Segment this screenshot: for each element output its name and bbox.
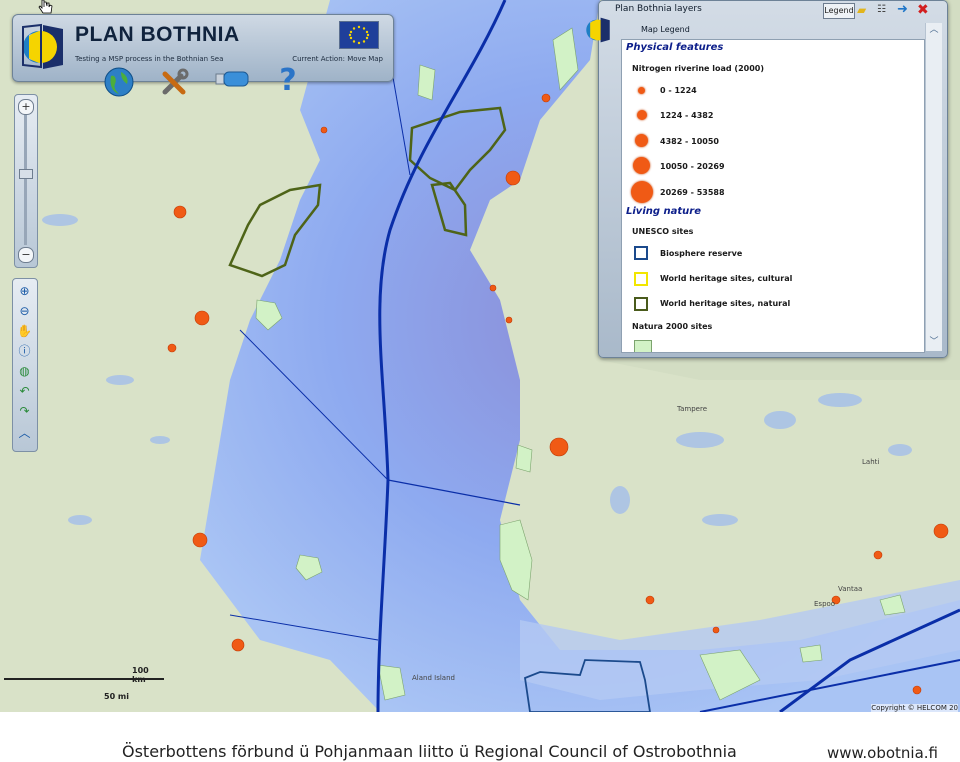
place-label-aland: Aland Island [412, 674, 455, 682]
place-label-vantaa: Vantaa [838, 585, 863, 593]
info-icon[interactable]: ⓘ [16, 343, 33, 360]
legend-natural: World heritage sites, natural [660, 299, 791, 308]
legend-dot-2 [637, 110, 647, 120]
legend-swatch-natural [634, 297, 648, 311]
footer: Österbottens förbund ü Pohjanmaan liitto… [0, 712, 960, 762]
usb-stick-icon[interactable] [214, 66, 250, 96]
collapse-icon[interactable]: ︿ [16, 425, 33, 442]
scroll-down-icon[interactable]: ﹀ [928, 337, 940, 347]
legend-swatch-cultural [634, 272, 648, 286]
zoom-control: + − [14, 94, 38, 268]
legend-content: Physical features Nitrogen riverine load… [621, 39, 925, 353]
redo-icon[interactable]: ↷ [16, 403, 33, 420]
natura-subtitle: Natura 2000 sites [632, 322, 713, 331]
pan-hand-icon[interactable]: ✋ [16, 323, 33, 340]
legend-scrollbar[interactable]: ︿ ﹀ [925, 23, 942, 351]
close-icon[interactable]: ✖ [917, 3, 929, 17]
zoom-in-button[interactable]: + [18, 99, 34, 115]
map-tools: ⊕ ⊖ ✋ ⓘ ◍ ↶ ↷ ︿ [12, 278, 38, 452]
legend-dot-1 [638, 87, 645, 94]
folder-icon[interactable]: ▰ [857, 3, 866, 17]
legend-dot-5 [631, 181, 653, 203]
checklist-icon[interactable]: ☷ [877, 3, 886, 17]
legend-range-2: 1224 - 4382 [660, 111, 714, 120]
place-label-lahti: Lahti [862, 458, 880, 466]
section-title-living: Living nature [626, 206, 701, 217]
legend-dot-4 [633, 157, 650, 174]
footer-org-names: Österbottens förbund ü Pohjanmaan liitto… [122, 742, 737, 761]
app-header: PLAN BOTHNIA Testing a MSP process in th… [12, 14, 394, 82]
zoom-track[interactable] [24, 115, 27, 245]
app-title: PLAN BOTHNIA [75, 23, 240, 46]
zoom-out-button[interactable]: − [18, 247, 34, 263]
legend-swatch-natura [634, 340, 652, 352]
legend-cultural: World heritage sites, cultural [660, 274, 793, 283]
current-action: Current Action: Move Map [292, 55, 383, 63]
scale-mi: 50 mi [104, 692, 129, 701]
legend-dot-3 [635, 134, 648, 147]
tools-icon[interactable] [158, 66, 192, 105]
plan-bothnia-logo-small-icon [586, 17, 610, 43]
section-title-physical: Physical features [626, 42, 724, 53]
unesco-subtitle: UNESCO sites [632, 227, 694, 236]
zoom-in-box-icon[interactable]: ⊕ [16, 283, 33, 300]
scale-km: 100 km [132, 666, 149, 684]
legend-range-5: 20269 - 53588 [660, 188, 725, 197]
globe-small-icon[interactable]: ◍ [16, 363, 33, 380]
scale-line [4, 678, 164, 680]
place-label-tampere: Tampere [677, 405, 708, 413]
nitrogen-subtitle: Nitrogen riverine load (2000) [632, 64, 764, 73]
plan-bothnia-logo-icon [22, 23, 63, 69]
map-legend-label: Map Legend [641, 25, 690, 34]
zoom-out-box-icon[interactable]: ⊖ [16, 303, 33, 320]
zoom-slider-handle[interactable] [19, 169, 33, 179]
arrow-right-icon[interactable]: ➜ [897, 3, 908, 17]
hand-cursor-icon [38, 0, 53, 14]
legend-biosphere: Biosphere reserve [660, 249, 743, 258]
layers-panel: Plan Bothnia layers Legend ▰ ☷ ➜ ✖ Map L… [586, 0, 948, 358]
app-subtitle: Testing a MSP process in the Bothnian Se… [75, 55, 224, 63]
eu-flag-icon [339, 21, 379, 49]
globe-icon[interactable] [102, 66, 136, 105]
place-label-espoo: Espoo [814, 600, 836, 608]
undo-icon[interactable]: ↶ [16, 383, 33, 400]
footer-url[interactable]: www.obotnia.fi [827, 744, 938, 762]
copyright: Copyright © HELCOM 20 [871, 704, 958, 712]
legend-range-3: 4382 - 10050 [660, 137, 719, 146]
scroll-up-icon[interactable]: ︿ [928, 25, 940, 35]
map-view[interactable]: Tampere Lahti Vantaa Espoo Aland Island … [0, 0, 960, 712]
legend-swatch-biosphere [634, 246, 648, 260]
layers-panel-title: Plan Bothnia layers [615, 4, 702, 14]
help-icon[interactable]: ? [274, 66, 302, 96]
legend-range-1: 0 - 1224 [660, 86, 697, 95]
scale-bar: 100 km 50 mi [4, 662, 164, 706]
legend-button[interactable]: Legend [823, 3, 855, 19]
legend-range-4: 10050 - 20269 [660, 162, 725, 171]
